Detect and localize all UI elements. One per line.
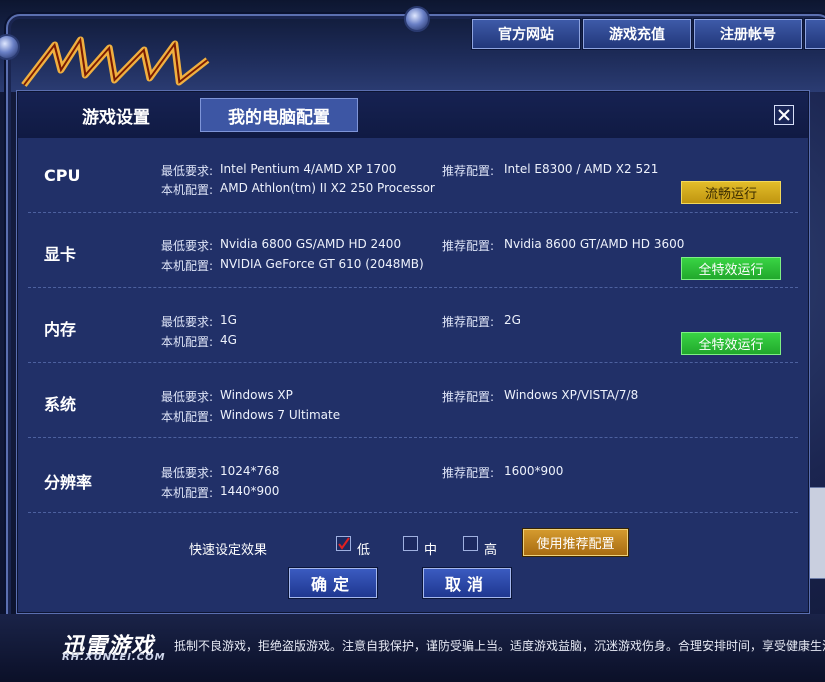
official-site-button[interactable]: 官方网站 [471, 18, 581, 50]
local-config-label: 本机配置: [161, 335, 214, 349]
recommended-label: 推荐配置: [442, 164, 495, 178]
quality-low-label: 低 [357, 543, 371, 558]
row-category: CPU [44, 166, 81, 185]
local-config-label: 本机配置: [161, 410, 214, 424]
row-divider [28, 512, 798, 513]
local-config-label: 本机配置: [161, 259, 214, 273]
recommended-value: Intel E8300 / AMD X2 521 [504, 162, 659, 176]
quality-medium-label: 中 [424, 543, 438, 558]
close-button[interactable] [774, 105, 794, 125]
min-req-label: 最低要求: [161, 164, 214, 178]
close-icon [778, 109, 790, 121]
recommended-value: 2G [504, 313, 521, 327]
cancel-button[interactable]: 取消 [422, 567, 512, 599]
local-config-value: 4G [220, 333, 237, 347]
register-button[interactable]: 注册帐号 [693, 18, 803, 50]
local-config-value: 1440*900 [220, 484, 280, 498]
quality-high-checkbox[interactable] [463, 536, 478, 551]
config-row-os: 系统 最低要求: Windows XP 本机配置: Windows 7 Ulti… [28, 363, 798, 438]
status-badge: 全特效运行 [681, 332, 781, 355]
min-req-label: 最低要求: [161, 315, 214, 329]
status-badge: 全特效运行 [681, 257, 781, 280]
min-req-value: Windows XP [220, 388, 293, 402]
quick-setting-label: 快速设定效果 [189, 543, 268, 558]
top-navigation: 官方网站 游戏充值 注册帐号 [471, 18, 825, 50]
row-category: 显卡 [44, 245, 77, 264]
row-category: 系统 [44, 395, 77, 414]
tab-my-pc-config[interactable]: 我的电脑配置 [200, 98, 358, 132]
recommended-label: 推荐配置: [442, 390, 495, 404]
min-req-value: 1G [220, 313, 237, 327]
use-recommended-button[interactable]: 使用推荐配置 [522, 528, 629, 557]
recommended-label: 推荐配置: [442, 239, 495, 253]
config-row-memory: 内存 最低要求: 1G 本机配置: 4G 推荐配置: 2G 全特效运行 [28, 288, 798, 363]
recommended-label: 推荐配置: [442, 466, 495, 480]
min-req-label: 最低要求: [161, 239, 214, 253]
recommended-value: Nvidia 8600 GT/AMD HD 3600 [504, 237, 685, 251]
min-req-label: 最低要求: [161, 466, 214, 480]
min-req-label: 最低要求: [161, 390, 214, 404]
config-row-cpu: CPU 最低要求: Intel Pentium 4/AMD XP 1700 本机… [28, 138, 798, 213]
recommended-value: Windows XP/VISTA/7/8 [504, 388, 639, 402]
recommended-label: 推荐配置: [442, 315, 495, 329]
row-category: 分辨率 [44, 473, 93, 492]
background-widget [808, 487, 825, 579]
config-panel: CPU 最低要求: Intel Pentium 4/AMD XP 1700 本机… [28, 138, 798, 566]
min-req-value: 1024*768 [220, 464, 280, 478]
nav-button-partial[interactable] [804, 18, 825, 50]
local-config-label: 本机配置: [161, 183, 214, 197]
tab-bar: 游戏设置 我的电脑配置 [18, 92, 808, 138]
frame-ornament [404, 6, 430, 32]
xunlei-logo-url: RH.XUNLEI.COM [62, 652, 166, 663]
ok-button[interactable]: 确定 [288, 567, 378, 599]
settings-dialog: 游戏设置 我的电脑配置 CPU 最低要求: Intel Pentium 4/AM… [17, 91, 809, 613]
recharge-button[interactable]: 游戏充值 [582, 18, 692, 50]
game-logo-art [21, 36, 210, 87]
quality-low-checkbox[interactable] [336, 536, 351, 551]
quality-medium-checkbox[interactable] [403, 536, 418, 551]
config-row-gpu: 显卡 最低要求: Nvidia 6800 GS/AMD HD 2400 本机配置… [28, 213, 798, 288]
config-row-resolution: 分辨率 最低要求: 1024*768 本机配置: 1440*900 推荐配置: … [28, 438, 798, 513]
local-config-value: AMD Athlon(tm) II X2 250 Processor [220, 181, 435, 195]
recommended-value: 1600*900 [504, 464, 564, 478]
local-config-label: 本机配置: [161, 486, 214, 500]
quality-high-label: 高 [484, 543, 498, 558]
min-req-value: Nvidia 6800 GS/AMD HD 2400 [220, 237, 402, 251]
min-req-value: Intel Pentium 4/AMD XP 1700 [220, 162, 397, 176]
status-badge: 流畅运行 [681, 181, 781, 204]
local-config-value: Windows 7 Ultimate [220, 408, 341, 422]
row-category: 内存 [44, 320, 77, 339]
checkmark-icon [338, 537, 350, 550]
health-notice: 抵制不良游戏，拒绝盗版游戏。注意自我保护，谨防受骗上当。适度游戏益脑，沉迷游戏伤… [174, 639, 825, 653]
game-logo [17, 30, 216, 96]
tab-game-settings[interactable]: 游戏设置 [26, 98, 206, 132]
local-config-value: NVIDIA GeForce GT 610 (2048MB) [220, 257, 424, 271]
